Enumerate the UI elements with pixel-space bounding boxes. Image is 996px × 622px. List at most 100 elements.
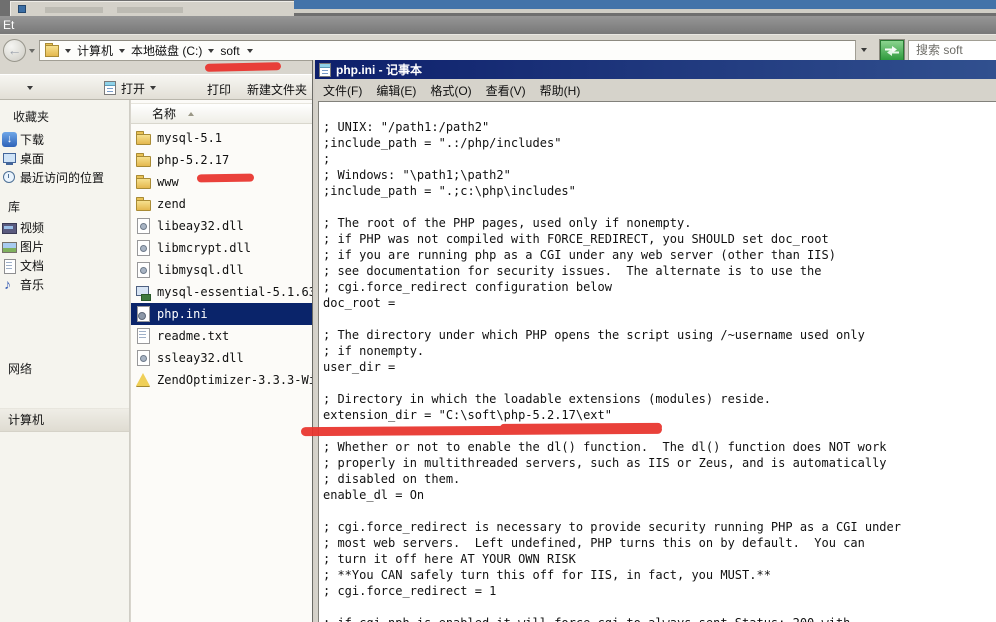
sidebar-item-label: 最近访问的位置 [20, 169, 104, 186]
background-window-title-blur [45, 7, 103, 13]
text-line [323, 503, 996, 519]
open-dropdown-icon[interactable] [150, 86, 156, 90]
sidebar-item[interactable]: 下载 [2, 130, 129, 149]
folder-icon [135, 130, 151, 146]
breadcrumb[interactable]: 计算机 本地磁盘 (C:) soft [39, 40, 856, 61]
sidebar-item[interactable]: 图片 [2, 237, 129, 256]
background-window-title-blur [117, 7, 183, 13]
screen: Et ← 计算机 本地磁盘 (C:) [0, 0, 996, 622]
background-window-fragment [10, 1, 294, 16]
computer-label: 计算机 [8, 413, 44, 427]
notepad-text: ; UNIX: "/path1:/path2" ;include_path = … [323, 103, 996, 622]
file-name: mysql-essential-5.1.63-wi [157, 285, 313, 299]
text-line: ; cgi.force_redirect is necessary to pro… [323, 519, 996, 535]
text-line: ; properly in multithreaded servers, suc… [323, 455, 996, 471]
menu-item[interactable]: 格式(O) [423, 82, 478, 99]
organize-dropdown-icon[interactable] [27, 86, 33, 90]
text-line [323, 199, 996, 215]
file-name: libmcrypt.dll [157, 241, 251, 255]
explorer-title-text: Et [3, 18, 14, 32]
sort-ascending-icon [188, 112, 194, 116]
pictures-icon [2, 239, 17, 254]
name-column-header[interactable]: 名称 [131, 103, 313, 124]
documents-icon [2, 258, 17, 273]
print-button-label: 打印 [207, 83, 231, 97]
notepad-window: php.ini - 记事本 文件(F) 编辑(E) 格式(O) 查看(V) 帮助… [313, 60, 996, 622]
breadcrumb-separator-icon [119, 49, 125, 53]
navigation-pane: 收藏夹 下载 桌面 最近访问的位置 库 [0, 100, 130, 622]
file-name: ssleay32.dll [157, 351, 244, 365]
search-placeholder-text: 搜索 soft [916, 43, 963, 57]
sidebar-item-label: 桌面 [20, 150, 44, 167]
address-dropdown-icon[interactable] [861, 48, 867, 52]
text-line: ; disabled on them. [323, 471, 996, 487]
text-line: ; cgi.force_redirect configuration below [323, 279, 996, 295]
explorer-titlebar[interactable]: Et [0, 16, 996, 35]
file-row[interactable]: mysql-essential-5.1.63-wi [131, 281, 313, 303]
file-row[interactable]: libmysql.dll [131, 259, 313, 281]
breadcrumb-item[interactable]: 计算机 [59, 42, 113, 59]
text-line [323, 599, 996, 615]
file-row[interactable]: libeay32.dll [131, 215, 313, 237]
open-button[interactable]: 打开 [104, 78, 156, 98]
folder-icon [135, 152, 151, 168]
file-row[interactable]: zend [131, 193, 313, 215]
file-row[interactable]: ssleay32.dll [131, 347, 313, 369]
search-input[interactable]: 搜索 soft [908, 40, 996, 61]
text-line: enable_dl = On [323, 487, 996, 503]
menu-item[interactable]: 帮助(H) [533, 82, 588, 99]
sidebar-item[interactable]: 音乐 [2, 275, 129, 294]
file-name: readme.txt [157, 329, 229, 343]
new-folder-button[interactable]: 新建文件夹 [247, 81, 307, 98]
notepad-app-icon [319, 63, 331, 77]
dll-icon [135, 240, 151, 256]
notepad-file-icon [104, 81, 116, 95]
dll-icon [135, 350, 151, 366]
libraries-group-label[interactable]: 库 [8, 198, 20, 215]
notepad-titlebar[interactable]: php.ini - 记事本 [315, 60, 996, 79]
sidebar-item-computer[interactable]: 计算机 [0, 408, 129, 432]
breadcrumb-item[interactable]: soft [202, 44, 239, 58]
background-window-icon [18, 5, 26, 13]
print-button[interactable]: 打印 [207, 81, 231, 98]
favorites-group-label[interactable]: 收藏夹 [13, 108, 49, 125]
menu-item[interactable]: 文件(F) [316, 82, 369, 99]
file-row[interactable]: php-5.2.17 [131, 149, 313, 171]
sidebar-item-label: 下载 [20, 131, 44, 148]
sidebar-item-network[interactable]: 网络 [8, 360, 32, 377]
file-row[interactable]: readme.txt [131, 325, 313, 347]
libraries-items: 视频 图片 文档 音乐 [2, 218, 129, 294]
folder-icon [135, 174, 151, 190]
breadcrumb-separator-icon [208, 49, 214, 53]
history-dropdown-icon[interactable] [29, 49, 35, 53]
folder-icon [135, 196, 151, 212]
red-underline-annotation-soft [205, 62, 281, 72]
sidebar-item-label: 图片 [20, 238, 44, 255]
sidebar-item[interactable]: 最近访问的位置 [2, 168, 129, 187]
menu-item[interactable]: 编辑(E) [369, 82, 423, 99]
file-name: mysql-5.1 [157, 131, 222, 145]
refresh-button[interactable] [880, 40, 904, 61]
sidebar-item[interactable]: 视频 [2, 218, 129, 237]
file-name: www [157, 175, 179, 189]
notepad-text-area[interactable]: ; UNIX: "/path1:/path2" ;include_path = … [318, 101, 996, 622]
desktop-icon [2, 151, 17, 166]
menu-item[interactable]: 查看(V) [479, 82, 533, 99]
breadcrumb-dropdown-icon[interactable] [247, 49, 253, 53]
text-line [323, 103, 996, 119]
breadcrumb-item[interactable]: 本地磁盘 (C:) [113, 42, 202, 59]
sidebar-item[interactable]: 桌面 [2, 149, 129, 168]
text-line: user_dir = [323, 359, 996, 375]
file-row[interactable]: php.ini [131, 303, 313, 325]
breadcrumb-list: 计算机 本地磁盘 (C:) soft [59, 42, 240, 59]
name-column-label: 名称 [152, 105, 176, 122]
file-row[interactable]: mysql-5.1 [131, 127, 313, 149]
sidebar-item-label: 视频 [20, 219, 44, 236]
file-row[interactable]: ZendOptimizer-3.3.3-Windo [131, 369, 313, 391]
sidebar-item[interactable]: 文档 [2, 256, 129, 275]
file-name: ZendOptimizer-3.3.3-Windo [157, 373, 313, 387]
file-row[interactable]: libmcrypt.dll [131, 237, 313, 259]
back-button[interactable]: ← [3, 39, 26, 62]
refresh-icon [884, 45, 900, 57]
text-line: ; The directory under which PHP opens th… [323, 327, 996, 343]
